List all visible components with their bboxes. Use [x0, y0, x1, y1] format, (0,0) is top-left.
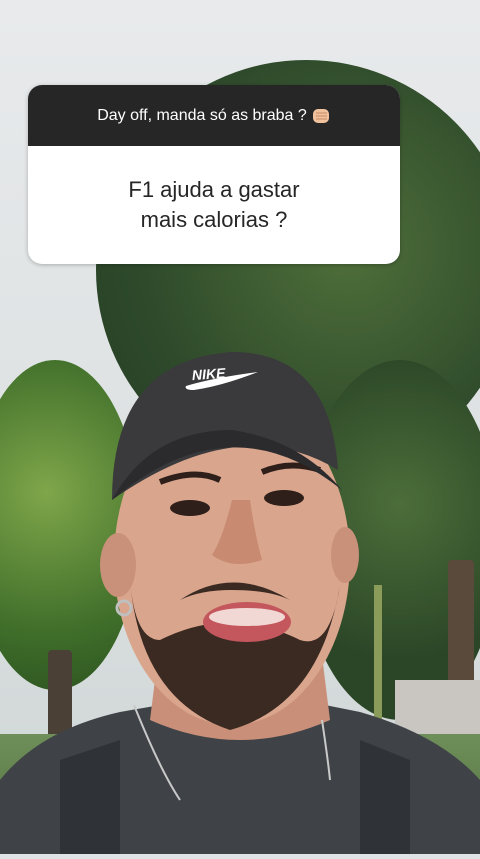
question-sticker-header: Day off, manda só as braba ?	[28, 85, 400, 146]
question-sticker-body: F1 ajuda a gastar mais calorias ?	[28, 146, 400, 264]
nike-logo-icon: NIKE	[182, 360, 262, 390]
question-sticker: Day off, manda só as braba ? F1 ajuda a …	[28, 85, 400, 264]
fist-emoji-icon	[311, 107, 331, 125]
question-answer: F1 ajuda a gastar mais calorias ?	[128, 177, 300, 232]
question-prompt: Day off, manda só as braba ?	[97, 106, 307, 124]
